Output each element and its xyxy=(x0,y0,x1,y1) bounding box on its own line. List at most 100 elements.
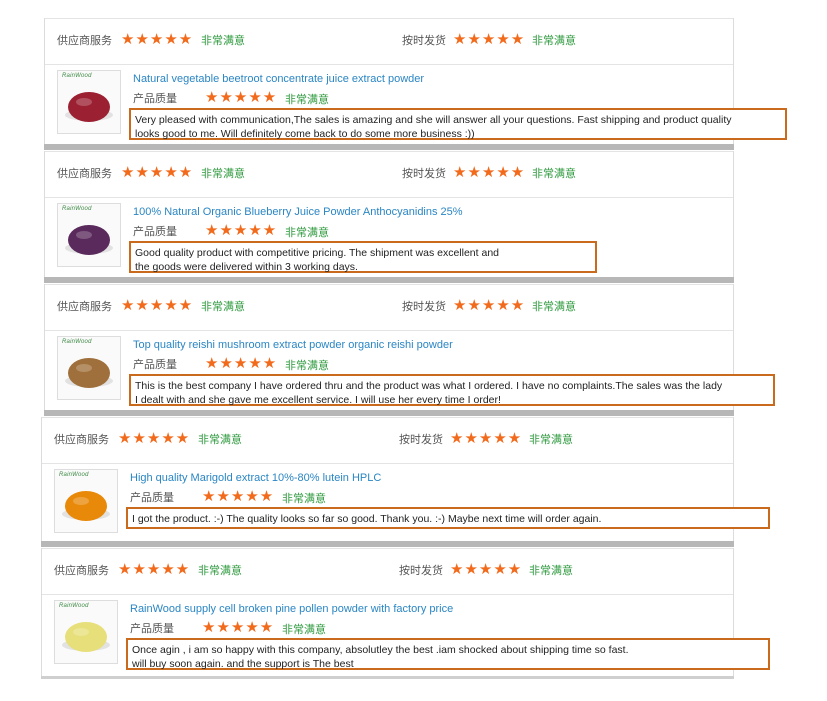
product-title-link[interactable]: Natural vegetable beetroot concentrate j… xyxy=(133,72,424,86)
review-card: 供应商服务 ★★★★★ 非常满意 按时发货 ★★★★★ 非常满意 RainWood 100% … xyxy=(44,151,734,279)
powder-image xyxy=(65,92,113,122)
shipping-speed-label: 按时发货 xyxy=(399,565,443,577)
supplier-service-stars: ★★★★★ xyxy=(121,297,194,314)
supplier-service-stars: ★★★★★ xyxy=(121,31,194,48)
powder-highlight xyxy=(76,98,92,106)
section-divider xyxy=(44,277,734,283)
powder-pile xyxy=(68,92,110,122)
supplier-service-stars: ★★★★★ xyxy=(118,430,191,447)
product-quality-stars: ★★★★★ xyxy=(202,488,275,505)
comment-line: Once agin , i am so happy with this comp… xyxy=(132,644,629,656)
product-quality-rating-text: 非常满意 xyxy=(282,624,326,636)
supplier-service-label: 供应商服务 xyxy=(54,565,109,577)
powder-pile xyxy=(65,491,107,521)
product-thumbnail[interactable]: RainWood xyxy=(57,70,121,134)
supplier-service-stars: ★★★★★ xyxy=(121,164,194,181)
powder-pile xyxy=(68,358,110,388)
review-list: 供应商服务 ★★★★★ 非常满意 按时发货 ★★★★★ 非常满意 RainWood Natur… xyxy=(0,0,827,701)
review-comment: This is the best company I have ordered … xyxy=(129,374,775,406)
product-quality-label: 产品质量 xyxy=(133,359,177,371)
product-thumbnail[interactable]: RainWood xyxy=(54,600,118,664)
shipping-speed-stars: ★★★★★ xyxy=(453,164,526,181)
comment-line: I dealt with and she gave me excellent s… xyxy=(135,394,501,406)
shipping-speed-label: 按时发货 xyxy=(402,168,446,180)
powder-highlight xyxy=(73,497,89,505)
rating-row: 供应商服务 ★★★★★ 非常满意 按时发货 ★★★★★ 非常满意 xyxy=(42,548,733,595)
comment-line: Very pleased with communication,The sale… xyxy=(135,114,732,126)
product-title-link[interactable]: High quality Marigold extract 10%-80% lu… xyxy=(130,471,381,485)
powder-image xyxy=(65,358,113,388)
powder-image xyxy=(65,225,113,255)
product-thumbnail[interactable]: RainWood xyxy=(57,336,121,400)
product-quality-label: 产品质量 xyxy=(133,226,177,238)
comment-line: will buy soon again. and the support is … xyxy=(132,658,354,670)
product-quality-rating-text: 非常满意 xyxy=(285,94,329,106)
shipping-speed-label: 按时发货 xyxy=(402,35,446,47)
supplier-service-rating-text: 非常满意 xyxy=(198,434,242,446)
rating-row: 供应商服务 ★★★★★ 非常满意 按时发货 ★★★★★ 非常满意 xyxy=(42,417,733,464)
comment-line: I got the product. :-) The quality looks… xyxy=(132,513,602,525)
powder-highlight xyxy=(76,364,92,372)
supplier-service-rating-text: 非常满意 xyxy=(201,301,245,313)
supplier-service-label: 供应商服务 xyxy=(57,35,112,47)
product-thumbnail[interactable]: RainWood xyxy=(54,469,118,533)
product-quality-label: 产品质量 xyxy=(133,93,177,105)
product-title-link[interactable]: 100% Natural Organic Blueberry Juice Pow… xyxy=(133,205,463,219)
product-quality-rating-text: 非常满意 xyxy=(282,493,326,505)
supplier-service-stars: ★★★★★ xyxy=(118,561,191,578)
comment-line: This is the best company I have ordered … xyxy=(135,380,723,392)
product-quality-label: 产品质量 xyxy=(130,623,174,635)
section-divider xyxy=(44,144,734,150)
powder-highlight xyxy=(76,231,92,239)
supplier-service-rating-text: 非常满意 xyxy=(198,565,242,577)
review-card: 供应商服务 ★★★★★ 非常满意 按时发货 ★★★★★ 非常满意 RainWood High … xyxy=(41,417,770,545)
supplier-service-label: 供应商服务 xyxy=(54,434,109,446)
comment-line: the goods were delivered within 3 workin… xyxy=(135,261,358,273)
powder-pile xyxy=(65,622,107,652)
powder-pile xyxy=(68,225,110,255)
shipping-speed-stars: ★★★★★ xyxy=(450,561,523,578)
review-comment: I got the product. :-) The quality looks… xyxy=(126,507,770,529)
rating-row: 供应商服务 ★★★★★ 非常满意 按时发货 ★★★★★ 非常满意 xyxy=(45,18,733,65)
powder-highlight xyxy=(73,628,89,636)
product-quality-rating-text: 非常满意 xyxy=(285,360,329,372)
powder-image xyxy=(62,491,110,521)
section-divider xyxy=(41,541,734,547)
shipping-speed-rating-text: 非常满意 xyxy=(532,168,576,180)
supplier-service-rating-text: 非常满意 xyxy=(201,168,245,180)
shipping-speed-rating-text: 非常满意 xyxy=(529,434,573,446)
shipping-speed-rating-text: 非常满意 xyxy=(532,301,576,313)
list-bottom-border xyxy=(41,676,734,679)
powder-image xyxy=(62,622,110,652)
product-quality-rating-text: 非常满意 xyxy=(285,227,329,239)
review-comment: Once agin , i am so happy with this comp… xyxy=(126,638,770,670)
supplier-service-rating-text: 非常满意 xyxy=(201,35,245,47)
shipping-speed-stars: ★★★★★ xyxy=(453,31,526,48)
supplier-service-label: 供应商服务 xyxy=(57,301,112,313)
product-quality-stars: ★★★★★ xyxy=(205,89,278,106)
product-quality-stars: ★★★★★ xyxy=(205,355,278,372)
comment-line: looks good to me. Will definitely come b… xyxy=(135,128,475,140)
shipping-speed-stars: ★★★★★ xyxy=(453,297,526,314)
supplier-service-label: 供应商服务 xyxy=(57,168,112,180)
section-divider xyxy=(44,410,734,416)
product-thumbnail[interactable]: RainWood xyxy=(57,203,121,267)
rating-row: 供应商服务 ★★★★★ 非常满意 按时发货 ★★★★★ 非常满意 xyxy=(45,151,733,198)
review-card: 供应商服务 ★★★★★ 非常满意 按时发货 ★★★★★ 非常满意 RainWood RainW… xyxy=(41,548,770,676)
shipping-speed-rating-text: 非常满意 xyxy=(532,35,576,47)
shipping-speed-rating-text: 非常满意 xyxy=(529,565,573,577)
comment-line: Good quality product with competitive pr… xyxy=(135,247,499,259)
product-title-link[interactable]: RainWood supply cell broken pine pollen … xyxy=(130,602,453,616)
rating-row: 供应商服务 ★★★★★ 非常满意 按时发货 ★★★★★ 非常满意 xyxy=(45,284,733,331)
product-quality-label: 产品质量 xyxy=(130,492,174,504)
product-title-link[interactable]: Top quality reishi mushroom extract powd… xyxy=(133,338,453,352)
review-card: 供应商服务 ★★★★★ 非常满意 按时发货 ★★★★★ 非常满意 RainWood Top q… xyxy=(44,284,775,412)
review-comment: Very pleased with communication,The sale… xyxy=(129,108,787,140)
review-comment: Good quality product with competitive pr… xyxy=(129,241,597,273)
review-card: 供应商服务 ★★★★★ 非常满意 按时发货 ★★★★★ 非常满意 RainWood Natur… xyxy=(44,18,787,146)
shipping-speed-label: 按时发货 xyxy=(399,434,443,446)
product-quality-stars: ★★★★★ xyxy=(205,222,278,239)
shipping-speed-label: 按时发货 xyxy=(402,301,446,313)
product-quality-stars: ★★★★★ xyxy=(202,619,275,636)
shipping-speed-stars: ★★★★★ xyxy=(450,430,523,447)
